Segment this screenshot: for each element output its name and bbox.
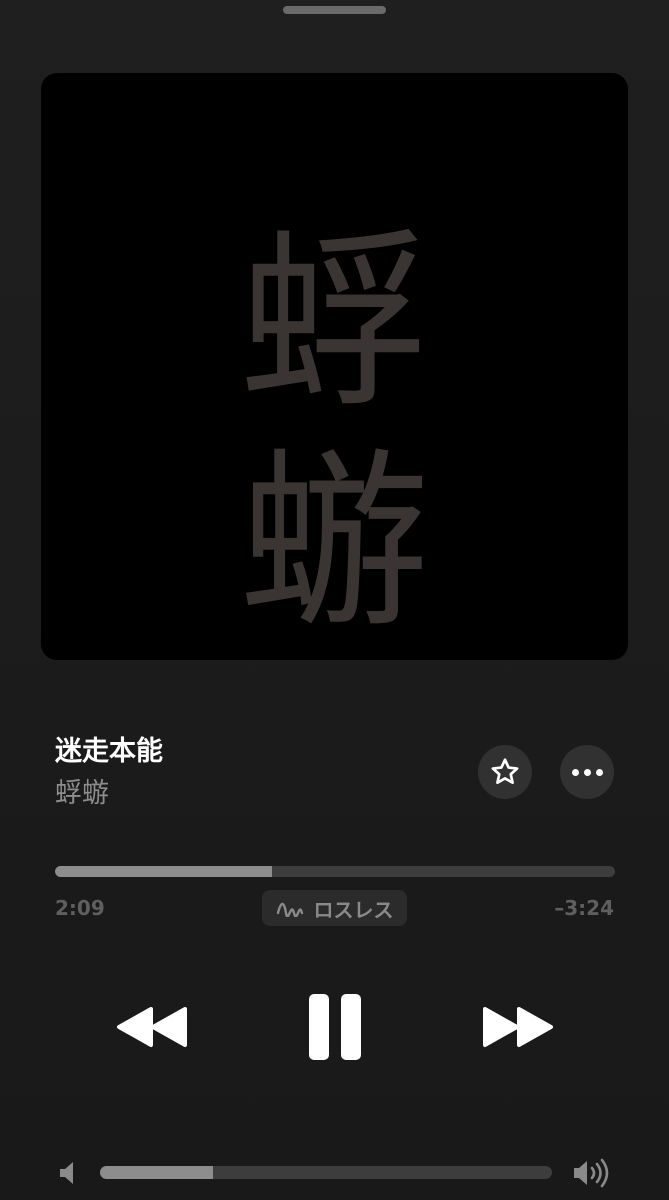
- volume-level-fill: [100, 1166, 213, 1179]
- elapsed-time: 2:09: [55, 896, 105, 920]
- sheet-grabber[interactable]: [283, 6, 386, 14]
- lossless-label: ロスレス: [313, 897, 394, 922]
- rewind-icon: [117, 1007, 187, 1047]
- lossless-badge[interactable]: ロスレス: [262, 890, 407, 926]
- fast-forward-icon: [483, 1007, 553, 1047]
- playback-scrubber[interactable]: [55, 866, 615, 877]
- volume-slider[interactable]: [100, 1166, 552, 1179]
- speaker-low-icon: [60, 1162, 73, 1184]
- artwork-char-2: 蝣: [239, 432, 430, 653]
- artwork-char-1: 蜉: [239, 212, 430, 433]
- song-artist[interactable]: 蜉蝣: [55, 775, 109, 813]
- more-options-button[interactable]: [560, 745, 614, 799]
- pause-icon: [309, 994, 361, 1060]
- artwork-calligraphy: 蜉 蝣: [41, 213, 628, 653]
- playback-progress-fill: [55, 866, 272, 877]
- song-title[interactable]: 迷走本能: [55, 733, 163, 771]
- rewind-button[interactable]: [112, 1000, 192, 1054]
- now-playing-screen: 蜉 蝣 迷走本能 蜉蝣 2:09 ロスレス –3:24: [0, 0, 669, 1200]
- remaining-time: –3:24: [554, 896, 614, 920]
- speaker-high-icon: [574, 1158, 609, 1188]
- fast-forward-button[interactable]: [478, 1000, 558, 1054]
- album-artwork: 蜉 蝣: [41, 73, 628, 660]
- pause-button[interactable]: [300, 990, 370, 1064]
- lossless-wave-icon: [276, 902, 303, 917]
- star-icon: [491, 758, 519, 784]
- more-dots-icon: [571, 768, 603, 776]
- favorite-button[interactable]: [478, 745, 532, 799]
